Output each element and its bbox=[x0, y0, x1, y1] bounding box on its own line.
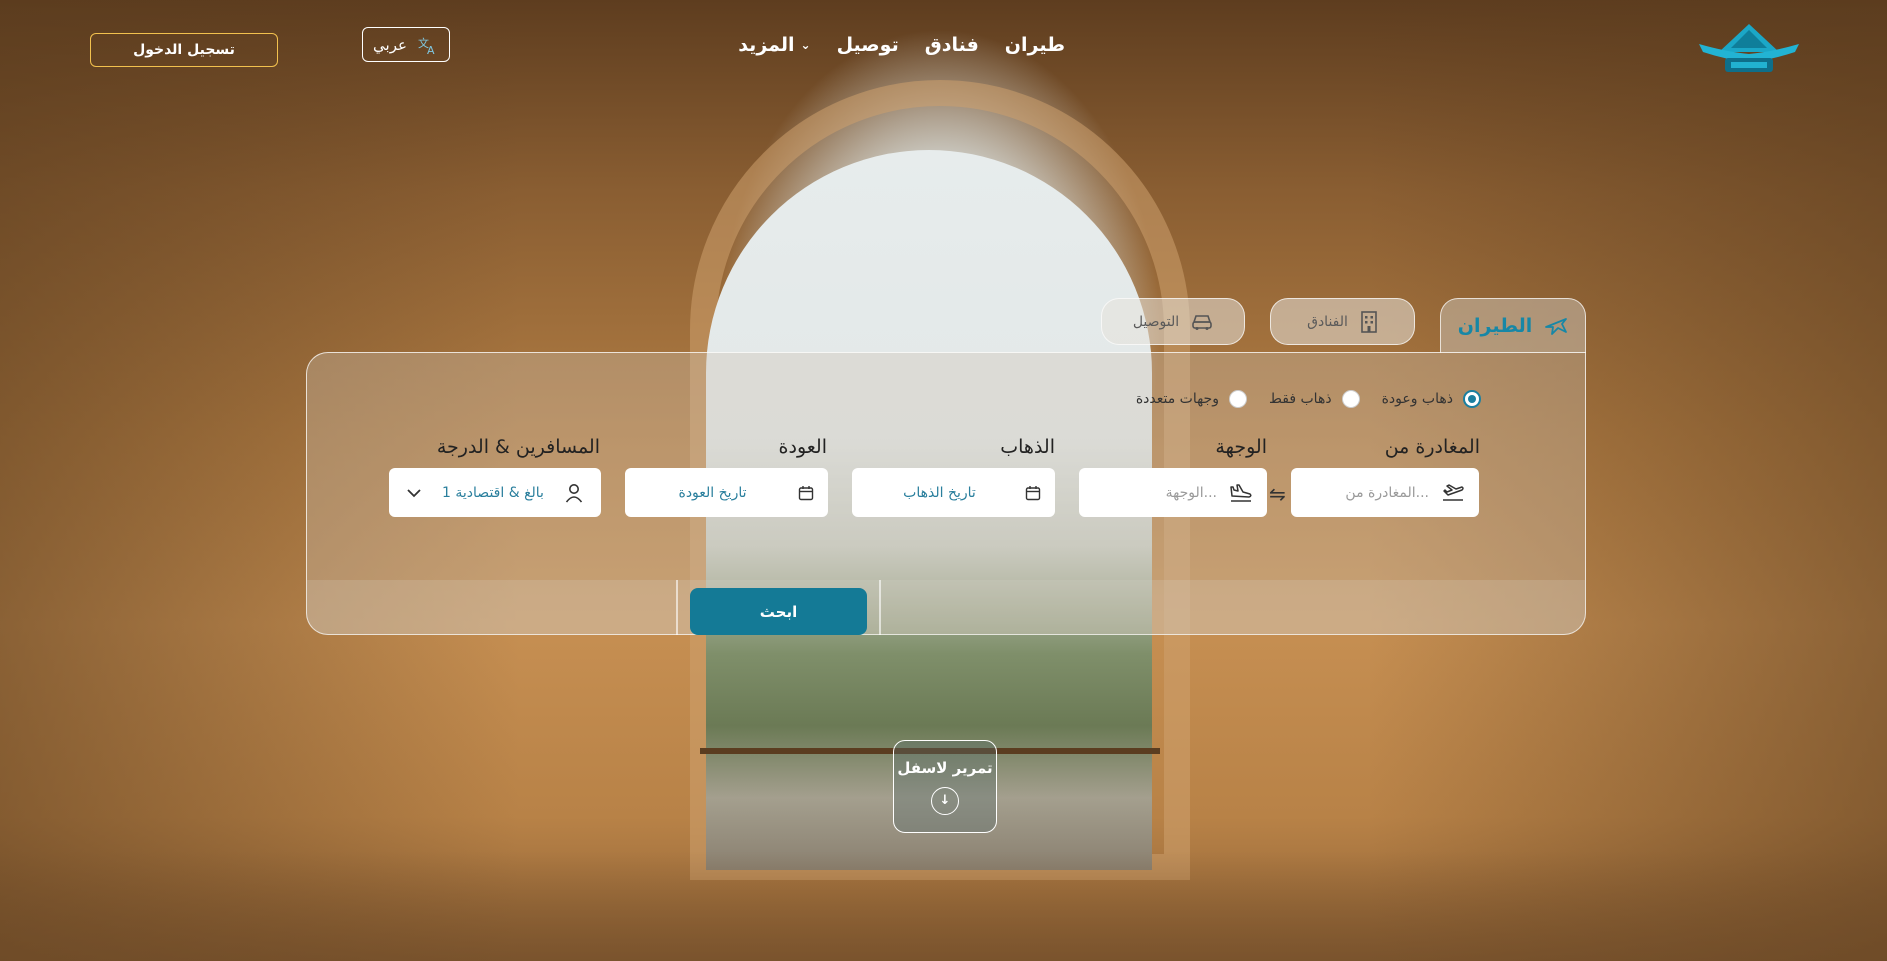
scroll-down-button[interactable]: تمرير لاسفل ↓ bbox=[893, 740, 997, 833]
return-label: العودة bbox=[778, 436, 827, 458]
search-label: ابحث bbox=[759, 602, 798, 621]
user-icon bbox=[565, 483, 583, 503]
passengers-select[interactable]: 1 بالغ & اقتصادية bbox=[389, 468, 601, 517]
trip-type-oneway[interactable]: ذهاب فقط bbox=[1269, 390, 1360, 408]
nav-delivery[interactable]: توصيل bbox=[837, 34, 899, 56]
destination-input[interactable]: الوجهة... bbox=[1079, 468, 1267, 517]
panel-notch-left bbox=[676, 580, 678, 635]
radio-round-trip-label: ذهاب وعودة bbox=[1381, 391, 1453, 407]
radio-multi-city[interactable] bbox=[1228, 390, 1247, 408]
passengers-label: المسافرين & الدرجة bbox=[436, 436, 600, 458]
logo[interactable] bbox=[1697, 22, 1801, 78]
calendar-icon bbox=[1025, 485, 1041, 500]
return-date-value: تاريخ العودة bbox=[678, 484, 747, 501]
tab-hotels-label: الفنادق bbox=[1307, 313, 1348, 330]
trip-type-multicity[interactable]: وجهات متعددة bbox=[1136, 390, 1247, 408]
scroll-label: تمرير لاسفل bbox=[897, 758, 993, 777]
nav-flights[interactable]: طيران bbox=[1005, 34, 1065, 56]
login-button[interactable]: تسجيل الدخول bbox=[90, 33, 278, 67]
tab-delivery[interactable]: التوصيل bbox=[1101, 298, 1245, 345]
radio-one-way-label: ذهاب فقط bbox=[1268, 391, 1332, 407]
language-button[interactable]: عربي 文 A bbox=[362, 27, 450, 62]
nav-hotels[interactable]: فنادق bbox=[925, 34, 979, 56]
svg-text:A: A bbox=[427, 44, 435, 55]
radio-round-trip[interactable] bbox=[1463, 390, 1481, 408]
plane-landing-icon bbox=[1230, 483, 1252, 502]
login-label: تسجيل الدخول bbox=[133, 42, 235, 58]
tab-hotels[interactable]: الفنادق bbox=[1270, 298, 1415, 345]
panel-notch-right bbox=[879, 580, 881, 635]
tab-flights[interactable]: الطيران bbox=[1440, 298, 1586, 353]
from-label: المغادرة من bbox=[1384, 436, 1480, 458]
logo-icon bbox=[1699, 24, 1799, 72]
nav-more[interactable]: المزيد ⌄ bbox=[738, 34, 810, 56]
nav-more-label: المزيد bbox=[738, 34, 795, 56]
main-nav: طيران فنادق توصيل المزيد ⌄ bbox=[738, 34, 1065, 56]
tab-delivery-label: التوصيل bbox=[1132, 313, 1180, 330]
radio-one-way[interactable] bbox=[1341, 390, 1360, 408]
plane-takeoff-icon bbox=[1443, 483, 1464, 501]
destination-placeholder: الوجهة... bbox=[1165, 484, 1217, 501]
to-label: الوجهة bbox=[1215, 436, 1267, 458]
plane-icon bbox=[1545, 318, 1568, 335]
building-icon bbox=[1361, 310, 1377, 333]
arrow-down-icon: ↓ bbox=[931, 786, 959, 815]
trip-type-round[interactable]: ذهاب وعودة bbox=[1382, 390, 1481, 408]
passengers-value: 1 بالغ & اقتصادية bbox=[442, 484, 544, 501]
search-panel-footer bbox=[306, 580, 1586, 635]
depart-date-value: تاريخ الذهاب bbox=[903, 484, 976, 501]
translate-icon: 文 A bbox=[418, 36, 435, 55]
background-floor bbox=[0, 851, 1887, 961]
trip-type-group: ذهاب وعودة ذهاب فقط وجهات متعددة bbox=[1136, 390, 1481, 408]
from-input[interactable]: المغادرة من... bbox=[1291, 468, 1479, 517]
radio-multi-city-label: وجهات متعددة bbox=[1135, 391, 1219, 407]
search-button[interactable]: ابحث bbox=[690, 588, 867, 635]
car-icon bbox=[1192, 314, 1212, 330]
chevron-down-icon: ⌄ bbox=[800, 38, 811, 52]
language-label: عربي bbox=[373, 35, 407, 54]
return-date-input[interactable]: تاريخ العودة bbox=[625, 468, 828, 517]
swap-icon[interactable]: ⇋ bbox=[1269, 482, 1286, 506]
tab-flights-label: الطيران bbox=[1457, 315, 1533, 337]
chevron-down-icon bbox=[407, 483, 421, 502]
from-placeholder: المغادرة من... bbox=[1345, 484, 1429, 501]
depart-label: الذهاب bbox=[1000, 436, 1055, 458]
calendar-icon bbox=[798, 485, 814, 500]
depart-date-input[interactable]: تاريخ الذهاب bbox=[852, 468, 1055, 517]
